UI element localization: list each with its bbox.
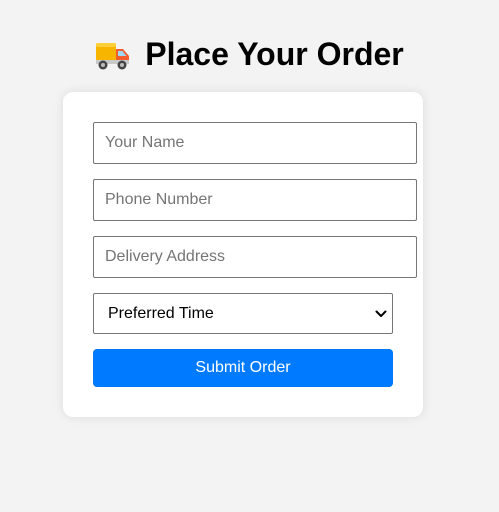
address-input[interactable]: [93, 236, 417, 278]
submit-order-button[interactable]: Submit Order: [93, 349, 393, 387]
page-title: Place Your Order: [145, 35, 404, 72]
delivery-truck-icon: [95, 39, 131, 71]
name-input[interactable]: [93, 122, 417, 164]
chevron-down-icon: [375, 310, 387, 317]
page-header: Place Your Order: [0, 32, 499, 76]
phone-input[interactable]: [93, 179, 417, 221]
preferred-time-value: Preferred Time: [108, 304, 214, 322]
order-form-card: Preferred Time Submit Order: [63, 92, 423, 417]
preferred-time-select[interactable]: Preferred Time: [93, 293, 393, 334]
